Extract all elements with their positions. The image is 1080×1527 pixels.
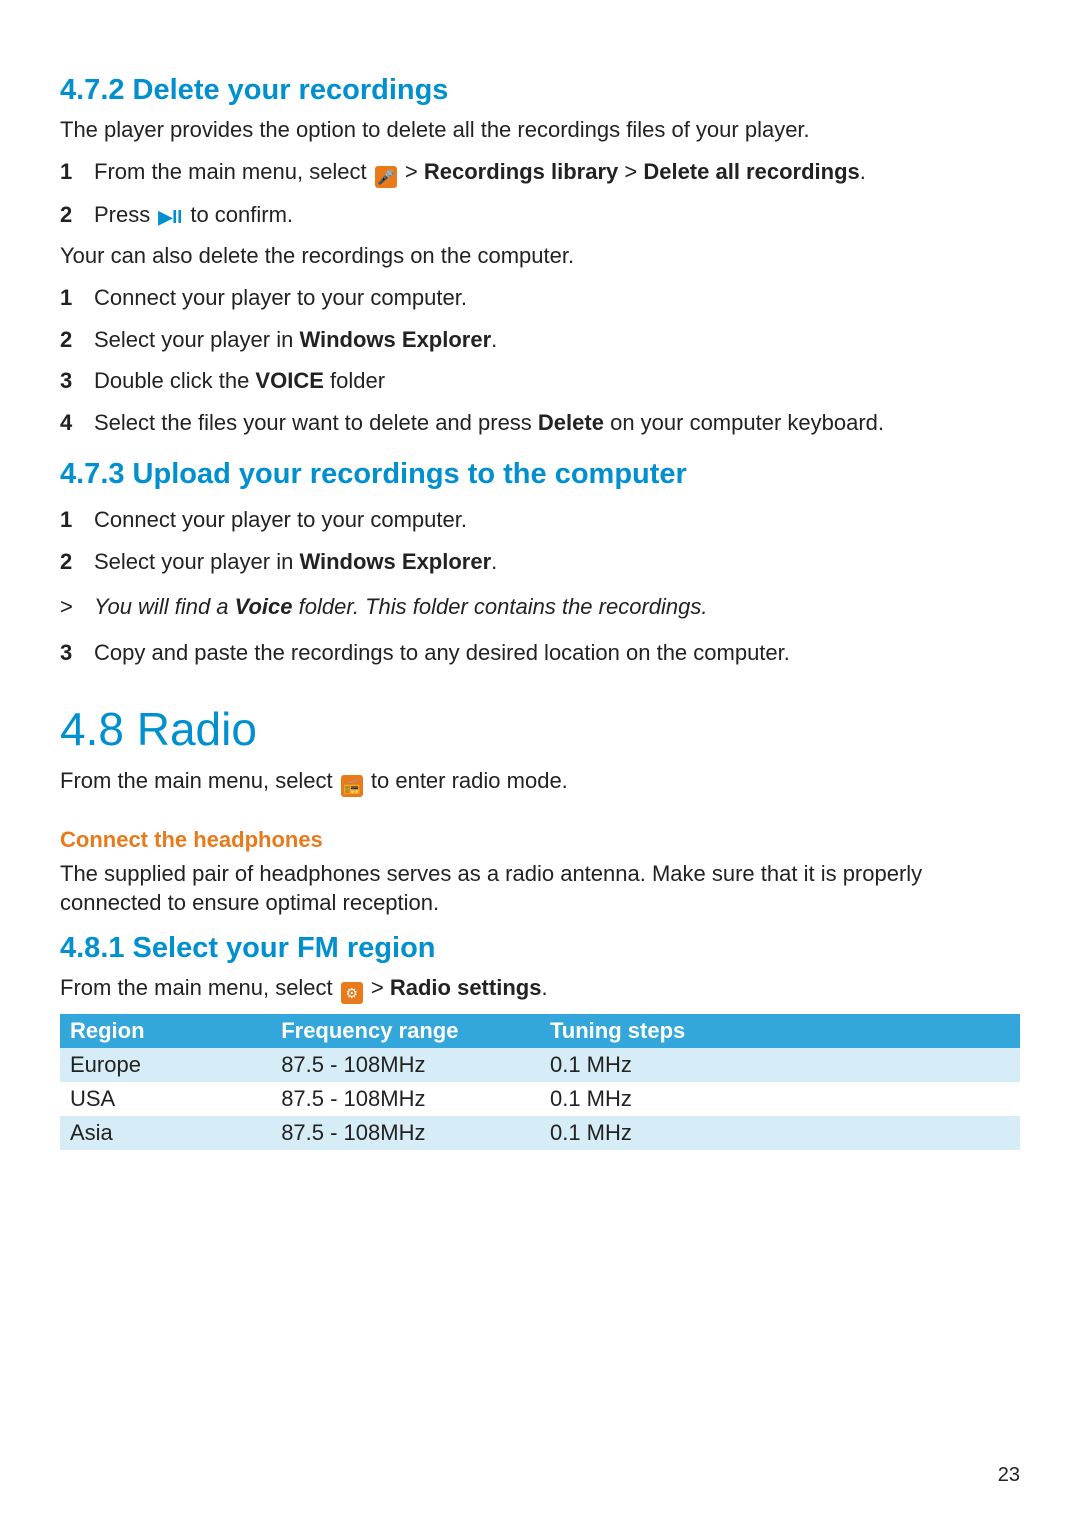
text-bold: Voice xyxy=(235,594,293,619)
heading-4-7-2: 4.7.2 Delete your recordings xyxy=(60,74,1020,107)
text-bold: VOICE xyxy=(255,368,323,393)
cell-region: Asia xyxy=(60,1116,271,1150)
text: You will find a xyxy=(94,594,235,619)
para-48-intro: From the main menu, select 📻 to enter ra… xyxy=(60,766,1020,797)
cell-step: 0.1 MHz xyxy=(540,1116,1020,1150)
steps-473b: 3 Copy and paste the recordings to any d… xyxy=(60,632,1020,674)
text: . xyxy=(860,159,866,184)
text: Select your player in xyxy=(94,327,299,352)
cell-freq: 87.5 - 108MHz xyxy=(271,1082,540,1116)
text: Select your player in xyxy=(94,549,299,574)
th-region: Region xyxy=(60,1014,271,1048)
manual-page: 4.7.2 Delete your recordings The player … xyxy=(0,0,1080,1527)
step-473-note: > You will find a Voice folder. This fol… xyxy=(60,586,1020,628)
para-481-intro: From the main menu, select ⚙ > Radio set… xyxy=(60,973,1020,1004)
fm-region-table: Region Frequency range Tuning steps Euro… xyxy=(60,1014,1020,1150)
text: Connect your player to your computer. xyxy=(94,285,467,310)
text: From the main menu, select xyxy=(60,975,339,1000)
text: > xyxy=(618,159,643,184)
step-472b-1: 1 Connect your player to your computer. xyxy=(60,277,1020,319)
text-bold: Recordings library xyxy=(424,159,618,184)
heading-connect-headphones: Connect the headphones xyxy=(60,827,1020,853)
step-473-3: 3 Copy and paste the recordings to any d… xyxy=(60,632,1020,674)
cell-freq: 87.5 - 108MHz xyxy=(271,1048,540,1082)
text: folder. This folder contains the recordi… xyxy=(293,594,708,619)
note-marker: > xyxy=(60,592,73,622)
cell-region: Europe xyxy=(60,1048,271,1082)
text: Double click the xyxy=(94,368,255,393)
text: > xyxy=(399,159,424,184)
step-number: 2 xyxy=(60,325,72,355)
text: . xyxy=(541,975,547,1000)
step-472a-2: 2 Press ▶II to confirm. xyxy=(60,194,1020,236)
steps-472b: 1 Connect your player to your computer. … xyxy=(60,277,1020,444)
step-number: 1 xyxy=(60,157,72,187)
gear-icon: ⚙ xyxy=(341,982,363,1004)
text: From the main menu, select xyxy=(94,159,373,184)
table-row: Europe 87.5 - 108MHz 0.1 MHz xyxy=(60,1048,1020,1082)
text: Select the files your want to delete and… xyxy=(94,410,538,435)
para-472-also: Your can also delete the recordings on t… xyxy=(60,241,1020,271)
heading-4-8-1: 4.8.1 Select your FM region xyxy=(60,932,1020,965)
play-pause-icon: ▶II xyxy=(158,205,182,229)
radio-icon: 📻 xyxy=(341,775,363,797)
step-number: 1 xyxy=(60,283,72,313)
table-row: Asia 87.5 - 108MHz 0.1 MHz xyxy=(60,1116,1020,1150)
th-tuning: Tuning steps xyxy=(540,1014,1020,1048)
text: folder xyxy=(324,368,385,393)
step-472b-2: 2 Select your player in Windows Explorer… xyxy=(60,319,1020,361)
text-bold: Delete xyxy=(538,410,604,435)
step-472b-3: 3 Double click the VOICE folder xyxy=(60,360,1020,402)
text: Press xyxy=(94,202,156,227)
step-472a-1: 1 From the main menu, select 🎤 > Recordi… xyxy=(60,151,1020,194)
step-number: 3 xyxy=(60,638,72,668)
text-bold: Windows Explorer xyxy=(299,327,491,352)
step-number: 2 xyxy=(60,547,72,577)
text: > xyxy=(365,975,390,1000)
steps-473: 1 Connect your player to your computer. … xyxy=(60,499,1020,582)
step-473-1: 1 Connect your player to your computer. xyxy=(60,499,1020,541)
step-number: 3 xyxy=(60,366,72,396)
text: Connect your player to your computer. xyxy=(94,507,467,532)
heading-4-7-3: 4.7.3 Upload your recordings to the comp… xyxy=(60,458,1020,491)
text: to enter radio mode. xyxy=(365,768,568,793)
steps-472a: 1 From the main menu, select 🎤 > Recordi… xyxy=(60,151,1020,236)
mic-icon: 🎤 xyxy=(375,166,397,188)
cell-region: USA xyxy=(60,1082,271,1116)
cell-step: 0.1 MHz xyxy=(540,1082,1020,1116)
step-473-2: 2 Select your player in Windows Explorer… xyxy=(60,541,1020,583)
para-headphones: The supplied pair of headphones serves a… xyxy=(60,859,1020,918)
text: Copy and paste the recordings to any des… xyxy=(94,640,790,665)
table-header-row: Region Frequency range Tuning steps xyxy=(60,1014,1020,1048)
step-number: 1 xyxy=(60,505,72,535)
th-frequency: Frequency range xyxy=(271,1014,540,1048)
text: . xyxy=(491,549,497,574)
step-number: 4 xyxy=(60,408,72,438)
text: on your computer keyboard. xyxy=(604,410,884,435)
cell-freq: 87.5 - 108MHz xyxy=(271,1116,540,1150)
text: From the main menu, select xyxy=(60,768,339,793)
text: . xyxy=(491,327,497,352)
para-472-intro: The player provides the option to delete… xyxy=(60,115,1020,145)
text: to confirm. xyxy=(184,202,293,227)
text-bold: Delete all recordings xyxy=(643,159,859,184)
step-number: 2 xyxy=(60,200,72,230)
heading-4-8: 4.8 Radio xyxy=(60,702,1020,756)
cell-step: 0.1 MHz xyxy=(540,1048,1020,1082)
page-number: 23 xyxy=(998,1464,1020,1487)
table-row: USA 87.5 - 108MHz 0.1 MHz xyxy=(60,1082,1020,1116)
text-bold: Radio settings xyxy=(390,975,542,1000)
text-bold: Windows Explorer xyxy=(299,549,491,574)
step-472b-4: 4 Select the files your want to delete a… xyxy=(60,402,1020,444)
